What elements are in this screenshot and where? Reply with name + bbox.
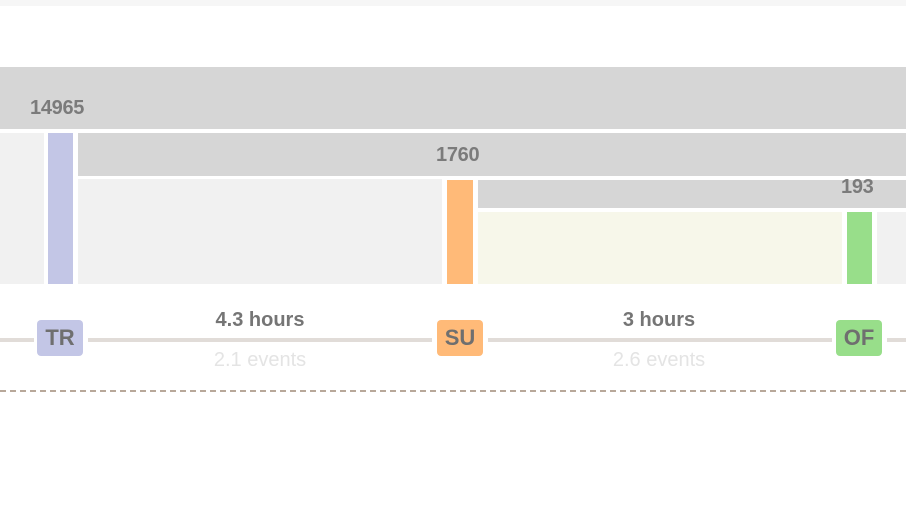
- funnel-area-tr-su: [78, 179, 442, 284]
- timeline-track: [0, 338, 34, 342]
- timeline-track: [88, 338, 432, 342]
- funnel-area-su-of: [478, 212, 842, 284]
- transition-duration: 4.3 hours: [215, 309, 305, 331]
- step-chip-of[interactable]: OF: [836, 320, 882, 356]
- funnel-area-left: [0, 133, 44, 284]
- top-strip: [0, 0, 906, 6]
- step-count-su: 1760: [436, 144, 480, 166]
- funnel-band-su: [78, 133, 906, 176]
- dashed-divider: [0, 390, 906, 392]
- funnel-bar-tr[interactable]: [48, 133, 73, 284]
- transition-duration: 3 hours: [622, 309, 696, 331]
- funnel-bar-of[interactable]: [847, 212, 872, 284]
- step-count-tr: 14965: [30, 97, 85, 119]
- timeline-track: [488, 338, 832, 342]
- step-chip-tr[interactable]: TR: [37, 320, 83, 356]
- funnel-area-right: [877, 212, 906, 284]
- step-chip-su[interactable]: SU: [437, 320, 483, 356]
- funnel-band-tr: [0, 67, 906, 129]
- transition-events: 2.6 events: [612, 349, 706, 371]
- funnel-bar-su[interactable]: [447, 180, 473, 284]
- timeline-track: [887, 338, 906, 342]
- step-count-of: 193: [841, 176, 874, 198]
- transition-events: 2.1 events: [213, 349, 307, 371]
